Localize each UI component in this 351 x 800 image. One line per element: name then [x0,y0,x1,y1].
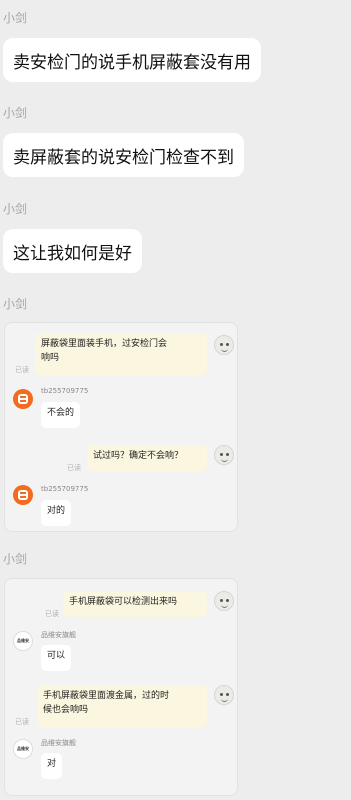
read-status: 已读 [45,610,59,618]
seller-name: 品维安旗舰 [41,739,76,747]
chat-bubble-self: 试过吗？确定不会响？ [87,445,207,471]
read-status: 已读 [15,718,29,726]
user-avatar [214,685,234,705]
bubble-text: 屏蔽袋里面装手机，过安检门会 [41,339,168,349]
message-bubble[interactable]: 卖屏蔽套的说安检门检查不到 [3,133,244,177]
message-bubble[interactable]: 这让我如何是好 [3,229,142,273]
shop-avatar: 品维安 [13,631,33,651]
chat-bubble-self: 手机屏蔽袋可以检测出来吗 [63,591,207,617]
seller-avatar [13,389,33,409]
seller-name: tb255709775 [41,485,89,493]
sender-name: 小剑 [3,106,28,120]
shop-avatar: 品维安 [13,739,33,759]
user-avatar [214,445,234,465]
image-message[interactable]: 手机屏蔽袋可以检测出来吗 已读 品维安 品维安旗舰 可以 手机屏蔽袋里面渡金属，… [4,578,238,796]
user-avatar [214,335,234,355]
message-bubble[interactable]: 卖安检门的说手机屏蔽套没有用 [3,38,261,82]
read-status: 已读 [15,366,29,374]
sender-name: 小剑 [3,297,28,311]
chat-bubble-self: 手机屏蔽袋里面渡金属，过的时 候也会响吗 [37,685,207,727]
user-avatar [214,591,234,611]
sender-name: 小剑 [3,202,28,216]
chat-bubble-seller: 对的 [41,500,72,526]
sender-name: 小剑 [3,11,28,25]
bubble-text: 手机屏蔽袋里面渡金属，过的时 [43,691,170,701]
sender-name: 小剑 [3,552,28,566]
chat-bubble-seller: 不会的 [41,402,81,428]
chat-bubble-self: 屏蔽袋里面装手机，过安检门会 响吗 [35,333,207,375]
seller-name: tb255709775 [41,387,89,395]
seller-name: 品维安旗舰 [41,631,76,639]
seller-avatar [13,485,33,505]
bubble-text: 响吗 [41,353,60,363]
chat-bubble-seller: 对 [41,753,63,779]
bubble-text: 候也会响吗 [43,705,89,715]
read-status: 已读 [67,464,81,472]
image-message[interactable]: 屏蔽袋里面装手机，过安检门会 响吗 已读 tb255709775 不会的 试过吗… [4,322,238,532]
chat-bubble-seller: 可以 [41,645,72,671]
